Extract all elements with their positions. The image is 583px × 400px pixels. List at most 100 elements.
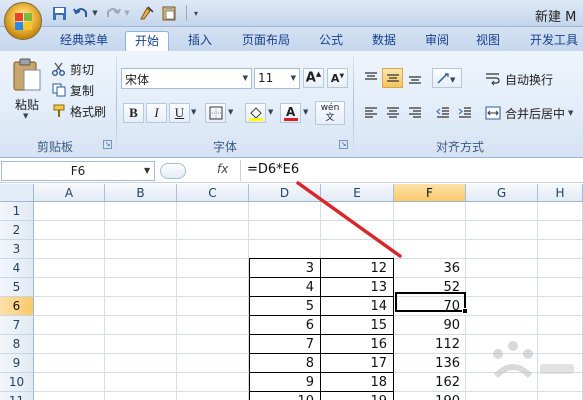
cell-d8[interactable]: 7 [249, 335, 321, 354]
row-header-10[interactable]: 10 [0, 373, 34, 392]
row-header-8[interactable]: 8 [0, 335, 34, 354]
format-painter-button[interactable]: 格式刷 [52, 102, 106, 120]
column-header-b[interactable]: B [105, 184, 177, 202]
column-header-h[interactable]: H [538, 184, 583, 202]
undo-icon[interactable] [72, 4, 90, 22]
select-all-corner[interactable] [0, 184, 34, 202]
copy-button[interactable]: 复制 [52, 81, 94, 99]
wrap-text-button[interactable]: 自动换行 [485, 69, 553, 89]
clipboard-launcher-icon[interactable]: ↘ [103, 140, 112, 149]
row-header-9[interactable]: 9 [0, 354, 34, 373]
cell-d11[interactable]: 10 [249, 392, 321, 400]
redo-dropdown-icon[interactable]: ▼ [122, 4, 132, 22]
font-group-label: 字体 [212, 140, 237, 154]
align-bottom-icon[interactable] [404, 68, 425, 88]
column-header-f[interactable]: F [394, 184, 466, 202]
cell-d10[interactable]: 9 [249, 373, 321, 392]
tab-formulas[interactable]: 公式 [311, 31, 351, 51]
tab-insert[interactable]: 插入 [180, 31, 220, 51]
fill-handle[interactable] [462, 308, 468, 314]
column-header-d[interactable]: D [249, 184, 321, 202]
fill-color-dropdown-icon[interactable]: ▼ [268, 108, 273, 116]
borders-dropdown-icon[interactable]: ▼ [228, 108, 233, 116]
font-color-icon[interactable]: A [280, 103, 301, 123]
cell-d9[interactable]: 8 [249, 354, 321, 373]
tab-classic-menu[interactable]: 经典菜单 [50, 31, 118, 51]
formula-bar-expand-icon[interactable] [160, 163, 186, 179]
cell-e5[interactable]: 13 [321, 278, 394, 297]
merge-center-button[interactable]: 合并后居中 ▼ [485, 103, 573, 123]
clipboard-qat-icon[interactable] [160, 4, 178, 22]
cell-e8[interactable]: 16 [321, 335, 394, 354]
bold-button[interactable]: B [123, 103, 144, 123]
cell-e9[interactable]: 17 [321, 354, 394, 373]
cell-f7[interactable]: 90 [394, 316, 466, 335]
cell-e7[interactable]: 15 [321, 316, 394, 335]
decrease-indent-icon[interactable] [432, 103, 453, 123]
tab-home[interactable]: 开始 [125, 31, 169, 52]
row-header-1[interactable]: 1 [0, 202, 34, 221]
font-size-select[interactable]: 11 ▼ [254, 68, 300, 89]
cell-d7[interactable]: 6 [249, 316, 321, 335]
decrease-font-size-icon[interactable]: A▼ [327, 68, 348, 88]
save-icon[interactable] [50, 4, 68, 22]
column-header-a[interactable]: A [34, 184, 105, 202]
font-name-select[interactable]: 宋体 ▼ [121, 68, 252, 89]
tab-data[interactable]: 数据 [364, 31, 404, 51]
cell-d6[interactable]: 5 [249, 297, 321, 316]
cell-f9[interactable]: 136 [394, 354, 466, 373]
row-header-4[interactable]: 4 [0, 259, 34, 278]
row-header-3[interactable]: 3 [0, 240, 34, 259]
column-header-g[interactable]: G [466, 184, 538, 202]
cut-button[interactable]: 剪切 [52, 60, 94, 78]
align-center-icon[interactable] [382, 103, 403, 123]
increase-indent-icon[interactable] [454, 103, 475, 123]
align-left-icon[interactable] [360, 103, 381, 123]
cell-e6[interactable]: 14 [321, 297, 394, 316]
cell-f4[interactable]: 36 [394, 259, 466, 278]
formula-input[interactable]: =D6*E6 [247, 162, 299, 177]
paste-button[interactable]: 粘贴 ▼ [8, 58, 46, 120]
fill-color-icon[interactable] [245, 103, 266, 123]
tab-review[interactable]: 审阅 [417, 31, 457, 51]
customize-qat-icon[interactable]: ▾ [190, 4, 202, 22]
font-color-dropdown-icon[interactable]: ▼ [303, 108, 308, 116]
align-middle-icon[interactable] [382, 68, 403, 88]
font-launcher-icon[interactable]: ↘ [339, 140, 348, 149]
orientation-icon[interactable]: ▼ [432, 68, 462, 88]
insert-function-icon[interactable]: fx [217, 162, 228, 176]
cell-e4[interactable]: 12 [321, 258, 394, 278]
cell-d5[interactable]: 4 [249, 278, 321, 297]
row-header-2[interactable]: 2 [0, 221, 34, 240]
name-box-dropdown-icon[interactable]: ▼ [144, 166, 150, 175]
cell-f11[interactable]: 190 [394, 392, 466, 400]
borders-icon[interactable] [205, 103, 226, 123]
cell-e11[interactable]: 19 [321, 392, 394, 400]
column-header-e[interactable]: E [321, 184, 394, 202]
row-header-11[interactable]: 11 [0, 392, 34, 400]
office-button[interactable] [4, 2, 42, 40]
tab-page-layout[interactable]: 页面布局 [235, 31, 297, 51]
name-box[interactable]: F6 [1, 161, 155, 181]
cell-d4[interactable]: 3 [249, 258, 321, 278]
align-right-icon[interactable] [404, 103, 425, 123]
redo-icon[interactable] [104, 4, 122, 22]
italic-button[interactable]: I [146, 103, 167, 123]
tab-developer[interactable]: 开发工具 [522, 31, 583, 51]
underline-button[interactable]: U [169, 103, 190, 123]
cell-f10[interactable]: 162 [394, 373, 466, 392]
undo-dropdown-icon[interactable]: ▼ [90, 4, 100, 22]
column-header-c[interactable]: C [177, 184, 249, 202]
clear-format-icon[interactable] [138, 4, 156, 22]
increase-font-size-icon[interactable]: A▲ [303, 68, 324, 88]
tab-view[interactable]: 视图 [468, 31, 508, 51]
align-top-icon[interactable] [360, 68, 381, 88]
row-header-7[interactable]: 7 [0, 316, 34, 335]
row-header-5[interactable]: 5 [0, 278, 34, 297]
underline-dropdown-icon[interactable]: ▼ [191, 108, 196, 116]
cell-f8[interactable]: 112 [394, 335, 466, 354]
row-header-6[interactable]: 6 [0, 297, 34, 316]
wrap-text-label: 自动换行 [505, 72, 554, 87]
cell-e10[interactable]: 18 [321, 373, 394, 392]
phonetic-guide-button[interactable]: wén 文 [315, 101, 345, 125]
